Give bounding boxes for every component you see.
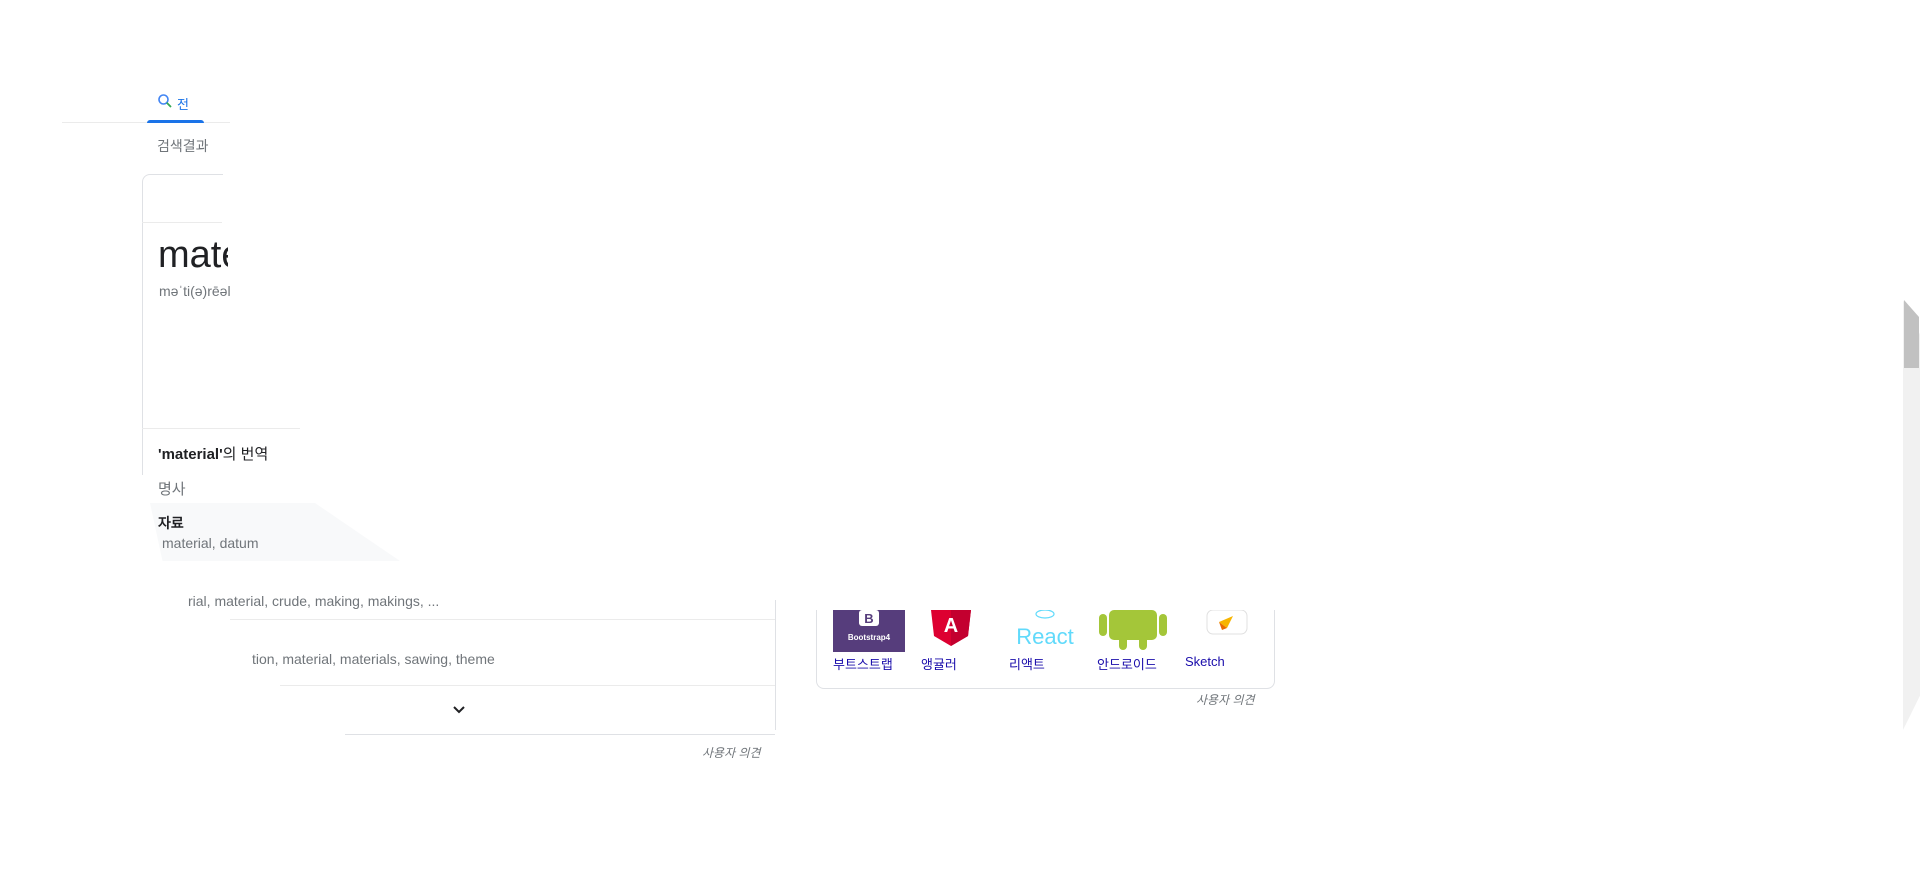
expand-translations-button[interactable] [446,696,472,722]
translation-row-divider [280,685,776,686]
translation-heading-suffix: 의 번역 [222,446,269,463]
related-item-label: 부트스트랩 [833,657,893,672]
related-item-angular[interactable]: A 앵귤러 [905,610,985,688]
angular-badge: A [944,615,958,637]
translation-divider [142,428,300,429]
feedback-link[interactable]: 사용자 의견 [1196,691,1255,708]
active-tab-indicator [147,120,204,123]
result-stats: 검색결과 [157,138,209,154]
sketch-logo-icon [1185,610,1257,657]
card-border [775,600,776,730]
related-item-android[interactable]: 안드로이드 [1081,610,1167,688]
bootstrap-badge: Bootstrap4 [848,633,891,642]
angular-logo-icon: A [921,610,981,657]
scrollbar-thumb[interactable] [1904,300,1919,368]
dictionary-divider [142,222,222,223]
svg-text:B: B [864,611,873,626]
tabs-divider [62,122,230,123]
translation-heading: 'material'의 번역 [158,443,268,464]
card-border [345,734,775,735]
translation-row-word: 자료 [158,515,184,531]
dictionary-card [142,174,223,475]
related-panel: B Bootstrap4 부트스트랩 A 앵귤러 React 리액트 안드로이드… [816,610,1275,689]
dictionary-phonetic: məˈti(ə)rēəl [159,283,231,299]
translation-row-divider [230,619,776,620]
tab-all-label: 전 [177,97,189,112]
search-icon [157,93,173,114]
bootstrap-logo-icon: B Bootstrap4 [833,610,905,657]
translation-row-synonyms: material, datum [162,535,259,551]
related-item-label: 리액트 [1009,657,1045,672]
related-item-label: 안드로이드 [1097,657,1157,672]
related-item-label: Sketch [1185,654,1225,669]
related-item-sketch[interactable]: Sketch [1169,610,1249,688]
related-item-bootstrap[interactable]: B Bootstrap4 부트스트랩 [817,610,905,688]
react-badge: React [1016,624,1073,649]
android-logo-icon [1097,610,1169,657]
translation-heading-word: 'material' [158,446,223,463]
chevron-down-icon [446,706,472,726]
translation-row-highlight[interactable] [150,503,400,561]
translation-row-synonyms: rial, material, crude, making, makings, … [188,593,440,609]
react-logo-icon: React [1009,610,1081,657]
dictionary-word: material [158,234,228,276]
feedback-link[interactable]: 사용자 의견 [702,744,761,761]
related-item-react[interactable]: React 리액트 [993,610,1074,688]
related-item-label: 앵귤러 [921,657,957,672]
tab-all[interactable]: 전 [147,90,204,123]
translation-row-synonyms: tion, material, materials, sawing, theme [252,651,495,667]
part-of-speech: 명사 [158,481,186,498]
